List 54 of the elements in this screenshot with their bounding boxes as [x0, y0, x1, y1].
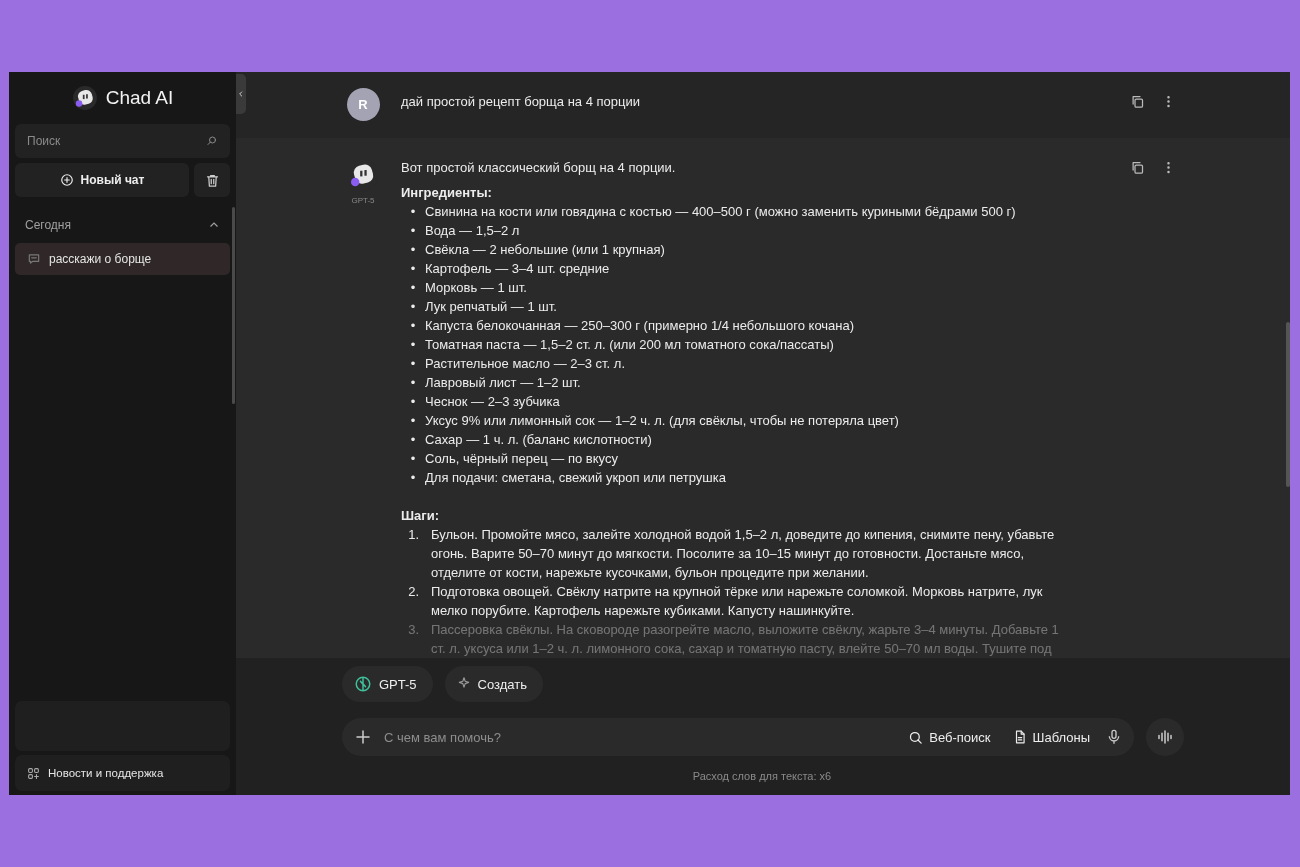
user-avatar: R: [346, 88, 380, 121]
bullet: •: [409, 241, 417, 259]
bullet: •: [409, 222, 417, 240]
bullet: •: [409, 355, 417, 373]
ingredient-item: Вода — 1,5–2 л: [425, 222, 521, 240]
step-text: Подготовка овощей. Свёклу натрите на крупной тёрке или нарежьте соломкой. Морковь натрите, лук мелко порубите. Картофель нарежьте кубиками. Капусту нашинкуйте.: [431, 583, 1044, 620]
section-heading: Ингредиенты:: [401, 184, 493, 202]
bullet: •: [409, 279, 417, 297]
search-field[interactable]: Поиск: [15, 124, 230, 158]
bullet: •: [409, 469, 417, 487]
bullet: •: [409, 374, 417, 392]
bullet: •: [409, 203, 417, 221]
message-text: Вот простой классический борщ на 4 порции.: [401, 159, 677, 177]
templates-button[interactable]: Шаблоны: [1006, 729, 1096, 745]
new-chat-button[interactable]: Новый чат: [15, 163, 189, 197]
model-chip[interactable]: GPT-5: [342, 666, 433, 702]
ingredient-item: Лук репчатый — 1 шт.: [425, 298, 558, 316]
create-chip[interactable]: Создать: [444, 666, 543, 702]
bullet: •: [409, 298, 417, 316]
ingredient-item: Капуста белокочанная — 250–300 г (примерно 1/4 небольшого кочана): [425, 317, 856, 335]
ingredient-item: Томатная паста — 1,5–2 ст. л. (или 200 мл томатного сока/пассаты): [425, 336, 835, 354]
section-heading: Шаги:: [401, 507, 441, 525]
bullet: •: [409, 336, 417, 354]
step-text: Пассеровка свёклы. На сковороде разогрейте масло, выложите свёклу, жарьте 3–4 минуты. Добавьте 1 ст. л. уксуса или 1–2 ч. л. лимонного сока, сахар и томатную пасту, влейте 50–70 мл воды. Тушите под: [431, 621, 1060, 658]
ingredient-item: Свёкла — 2 небольшие (или 1 крупная): [425, 241, 666, 259]
ingredient-item: Для подачи: сметана, свежий укроп или петрушка: [425, 469, 727, 487]
bullet: •: [409, 317, 417, 335]
bullet: •: [409, 393, 417, 411]
bullet: •: [409, 431, 417, 449]
ingredient-item: Чеснок — 2–3 зубчика: [425, 393, 561, 411]
news-support-link[interactable]: Новости и поддержка: [15, 755, 230, 791]
ingredient-item: Картофель — 3–4 шт. средние: [425, 260, 611, 278]
user-message: дай простой рецепт борща на 4 порции: [401, 93, 641, 111]
ingredient-item: Лавровый лист — 1–2 шт.: [425, 374, 582, 392]
model-label: GPT-5: [351, 196, 375, 205]
web-search-button[interactable]: Веб-поиск: [902, 729, 997, 745]
ingredient-item: Уксус 9% или лимонный сок — 1–2 ч. л. (для свёклы, чтобы не потеряла цвет): [425, 412, 900, 430]
step-number: 3.: [407, 621, 420, 639]
ingredient-item: Сахар — 1 ч. л. (баланс кислотности): [425, 431, 653, 449]
brand-name: Chad AI: [105, 87, 174, 109]
bullet: •: [409, 450, 417, 468]
step-text: Бульон. Промойте мясо, залейте холодной водой 1,5–2 л, доведите до кипения, снимите пену, убавьте огонь. Варите 50–70 минут до мягкости. Посолите за 10–15 минут до готовности. Достаньте мясо, отделите от кости, нарежьте кусочками, бульон процедите при желании.: [431, 526, 1056, 582]
usage-note: Расход слов для текста: x6: [691, 769, 833, 784]
step-number: 1.: [407, 526, 420, 544]
step-number: 2.: [407, 583, 420, 601]
chat-item[interactable]: расскажи о борще: [15, 243, 230, 275]
message-input[interactable]: С чем вам помочь? Веб-поиск Шаблоны: [342, 718, 1134, 756]
ingredient-item: Морковь — 1 шт.: [425, 279, 528, 297]
ingredient-item: Свинина на кости или говядина с костью — 400–500 г (можно заменить куриными бёдрами 500 г): [425, 203, 1017, 221]
bullet: •: [409, 260, 417, 278]
ingredient-item: Соль, чёрный перец — по вкусу: [425, 450, 619, 468]
section-title: Сегодня: [25, 218, 71, 232]
ingredient-item: Растительное масло — 2–3 ст. л.: [425, 355, 626, 373]
bullet: •: [409, 412, 417, 430]
